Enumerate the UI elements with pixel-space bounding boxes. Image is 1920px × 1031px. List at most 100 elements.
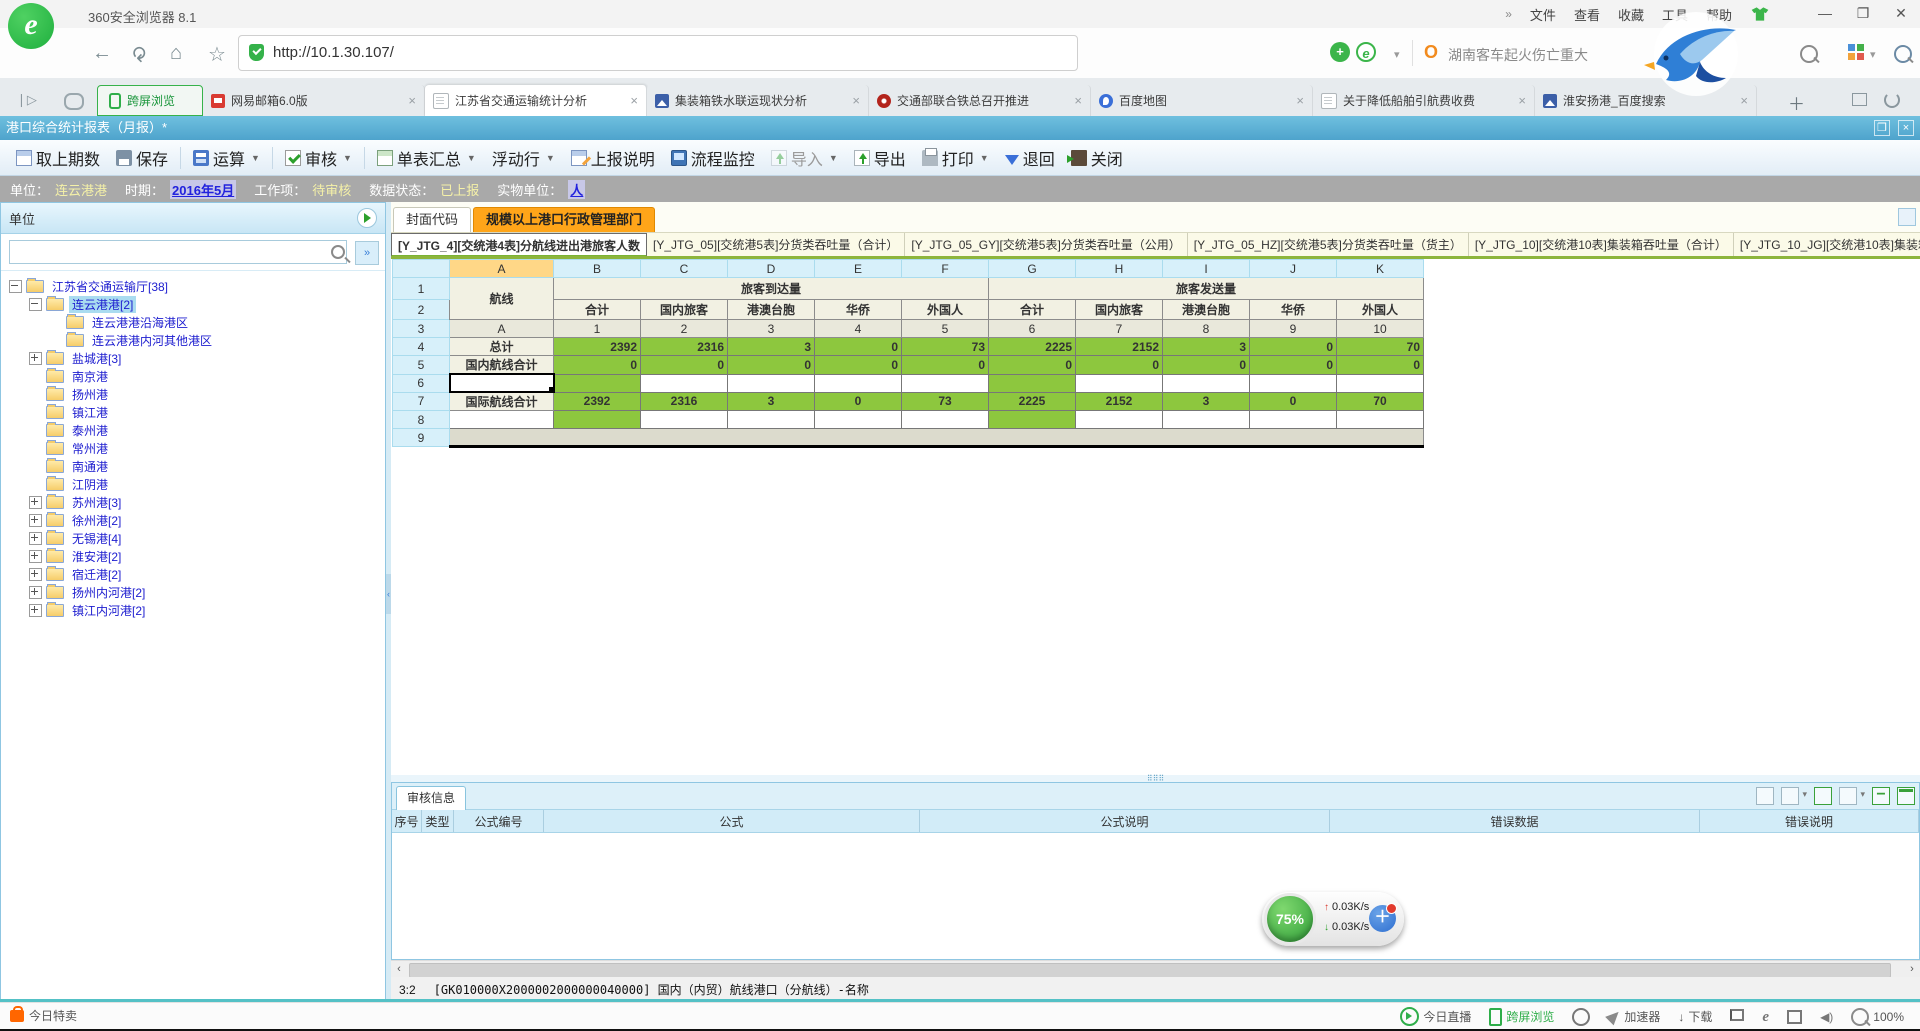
sheet-corner-icon[interactable] xyxy=(1898,208,1916,226)
tree-item[interactable]: 南京港 xyxy=(1,367,385,385)
collapse-icon[interactable] xyxy=(29,298,42,311)
horizontal-splitter[interactable]: ⠿⠿⠿ xyxy=(391,775,1920,782)
grid-cell[interactable]: 3 xyxy=(1163,392,1250,411)
tree-item[interactable]: 连云港港内河其他港区 xyxy=(1,331,385,349)
tree-item-label[interactable]: 扬州港 xyxy=(69,386,111,403)
tree-item[interactable]: 盐城港[3] xyxy=(1,349,385,367)
report-table-tab[interactable]: [Y_JTG_05_GY][交统港5表]分货类吞吐量（公用） xyxy=(905,233,1187,257)
tree-item[interactable]: 江苏省交通运输厅[38] xyxy=(1,277,385,295)
speed-widget[interactable]: 75% ↑0.03K/s ↓0.03K/s ＋ xyxy=(1262,892,1404,946)
grid-cell[interactable]: 0 xyxy=(1337,356,1424,375)
find-in-page-icon[interactable] xyxy=(1894,45,1912,63)
tree-item-label[interactable]: 徐州港[2] xyxy=(69,512,124,529)
browser-tab[interactable]: 集装箱铁水联运现状分析× xyxy=(647,85,869,116)
expand-icon[interactable] xyxy=(29,352,42,365)
tree-item-label[interactable]: 镇江内河港[2] xyxy=(69,602,148,619)
expand-icon[interactable] xyxy=(29,514,42,527)
bottombar-item[interactable] xyxy=(1730,1012,1744,1021)
tree-item[interactable]: 扬州内河港[2] xyxy=(1,583,385,601)
bottombar-item-加速器[interactable]: 加速器 xyxy=(1608,1008,1660,1025)
grid-cell[interactable] xyxy=(1337,411,1424,429)
tree-item[interactable]: 镇江港 xyxy=(1,403,385,421)
tree-item-label[interactable]: 江苏省交通运输厅[38] xyxy=(49,278,171,295)
bottombar-item-100%[interactable]: 100% xyxy=(1851,1008,1904,1026)
tree-item[interactable]: 淮安港[2] xyxy=(1,547,385,565)
grid-cell[interactable]: 2316 xyxy=(641,338,728,356)
tab-close-icon[interactable]: × xyxy=(852,93,860,108)
tree-item[interactable]: 无锡港[4] xyxy=(1,529,385,547)
toolbar-button-单表汇总[interactable]: 单表汇总▼ xyxy=(369,142,484,174)
grid-cell[interactable] xyxy=(554,374,641,392)
row-header[interactable]: 7 xyxy=(393,392,450,411)
row-header[interactable]: 5 xyxy=(393,356,450,375)
grid-cell[interactable] xyxy=(554,411,641,429)
grid-sub-header[interactable]: 外国人 xyxy=(902,300,989,320)
info-value[interactable]: 人 xyxy=(568,180,585,199)
tab-close-icon[interactable]: × xyxy=(1074,93,1082,108)
toolbar-button-取上期数[interactable]: 取上期数 xyxy=(8,142,108,174)
toolbar-button-打印[interactable]: 打印▼ xyxy=(914,142,997,174)
bottombar-item[interactable]: e xyxy=(1762,1010,1769,1024)
favorite-star-icon[interactable]: ☆ xyxy=(208,42,226,67)
minimize-button[interactable]: — xyxy=(1806,0,1844,28)
tree-item[interactable]: 连云港港沿海港区 xyxy=(1,313,385,331)
tree-item-label[interactable]: 连云港港[2] xyxy=(69,296,136,313)
ticket-helper-icon[interactable]: + xyxy=(1330,42,1350,62)
scrollbar-thumb[interactable] xyxy=(409,963,1891,978)
collapse-icon[interactable] xyxy=(9,280,22,293)
bottombar-item-下载[interactable]: ↓下载 xyxy=(1678,1008,1712,1025)
tree-item-label[interactable]: 宿迁港[2] xyxy=(69,566,124,583)
tab-close-icon[interactable]: × xyxy=(1518,93,1526,108)
grid-cell[interactable] xyxy=(1250,411,1337,429)
tree-item[interactable]: 苏州港[3] xyxy=(1,493,385,511)
unit-search-input[interactable] xyxy=(9,240,347,264)
grid-row-label[interactable]: 国内航线合计 xyxy=(450,356,554,375)
report-table-tab[interactable]: [Y_JTG_10][交统港10表]集装箱吞吐量（合计） xyxy=(1469,233,1734,257)
url-text[interactable]: http://10.1.30.107/ xyxy=(273,44,394,61)
export-excel-icon[interactable] xyxy=(1814,787,1832,805)
tree-item-label[interactable]: 连云港港沿海港区 xyxy=(89,314,191,331)
expand-panel-icon[interactable] xyxy=(1897,787,1915,805)
browser-tab[interactable]: 交通部联合铁总召开推进× xyxy=(869,85,1091,116)
grid-cell[interactable]: 73 xyxy=(902,392,989,411)
tree-item[interactable]: 南通港 xyxy=(1,457,385,475)
tree-item-label[interactable]: 南通港 xyxy=(69,458,111,475)
scroll-right-icon[interactable]: › xyxy=(1904,962,1920,977)
tree-item-label[interactable]: 连云港港内河其他港区 xyxy=(89,332,215,349)
column-header-D[interactable]: D xyxy=(728,260,815,278)
grid-cell[interactable]: 0 xyxy=(1250,338,1337,356)
cloud-sync-icon[interactable] xyxy=(64,93,84,110)
grid-cell[interactable]: 0 xyxy=(641,356,728,375)
recently-closed-icon[interactable] xyxy=(1884,92,1900,108)
row-header[interactable]: 4 xyxy=(393,338,450,356)
tree-item-label[interactable]: 无锡港[4] xyxy=(69,530,124,547)
grid-cell[interactable] xyxy=(728,411,815,429)
grid-row-label[interactable]: 总计 xyxy=(450,338,554,356)
toolbar-button-退回[interactable]: 退回 xyxy=(997,142,1063,174)
bottombar-item[interactable]: ◀) xyxy=(1820,1010,1833,1024)
grid-cell[interactable]: 0 xyxy=(902,356,989,375)
bottombar-item[interactable] xyxy=(1787,1010,1802,1024)
column-header-J[interactable]: J xyxy=(1250,260,1337,278)
search-icon[interactable] xyxy=(331,245,345,259)
tree-item[interactable]: 常州港 xyxy=(1,439,385,457)
grid-cell[interactable]: 2316 xyxy=(641,392,728,411)
tab-close-icon[interactable]: × xyxy=(1296,93,1304,108)
search-icon[interactable] xyxy=(1800,45,1818,63)
expand-icon[interactable] xyxy=(29,586,42,599)
row-header[interactable]: 3 xyxy=(393,320,450,338)
grid-cell[interactable] xyxy=(989,411,1076,429)
sheet-tab[interactable]: 规模以上港口行政管理部门 xyxy=(473,207,655,232)
column-header-I[interactable]: I xyxy=(1163,260,1250,278)
tree-item[interactable]: 江阴港 xyxy=(1,475,385,493)
grid-code-cell[interactable]: 1 xyxy=(554,320,641,338)
back-icon[interactable]: ← xyxy=(92,42,112,65)
grid-sub-header[interactable]: 华侨 xyxy=(1250,300,1337,320)
grid-group-header[interactable]: 旅客到达量 xyxy=(554,278,989,300)
tree-item-label[interactable]: 江阴港 xyxy=(69,476,111,493)
grid-sub-header[interactable]: 合计 xyxy=(554,300,641,320)
preview-icon[interactable] xyxy=(1839,787,1857,805)
home-icon[interactable]: ⌂ xyxy=(170,42,182,65)
grid-sub-header[interactable]: 华侨 xyxy=(815,300,902,320)
grid-cell[interactable]: 2152 xyxy=(1076,338,1163,356)
